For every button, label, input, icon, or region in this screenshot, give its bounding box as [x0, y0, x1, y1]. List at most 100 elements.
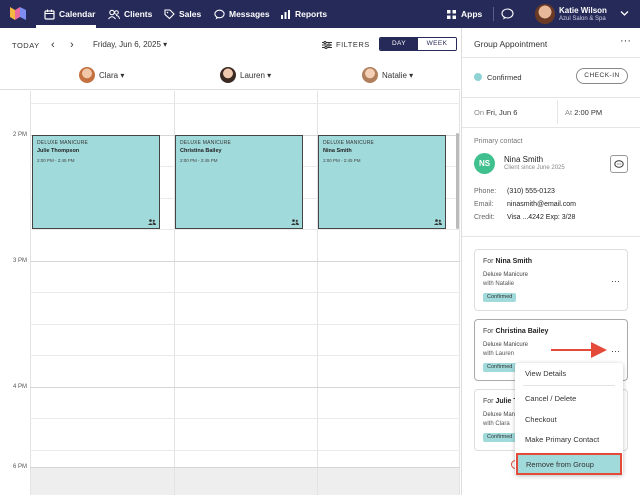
status-badge: Confirmed [483, 433, 517, 442]
nav-separator [493, 7, 494, 21]
hour-label: 6 PM [13, 464, 28, 470]
appointment-block-lauren[interactable]: DELUXE MANICURE Christina Bailey 2:00 PM… [175, 135, 303, 229]
guest-for: For Nina Smith [483, 258, 532, 265]
time-field[interactable]: At 2:00 PM [565, 108, 602, 117]
staff-selector-clara[interactable]: Clara ▾ [79, 67, 124, 83]
appointment-client: Christina Bailey [180, 148, 222, 154]
date-value: Fri, Jun 6 [486, 108, 518, 117]
grid-line [30, 418, 460, 419]
card-more-icon[interactable]: ··· [611, 276, 620, 286]
staff-avatar [220, 67, 236, 83]
grid-line [30, 229, 460, 230]
filters-button[interactable]: FILTERS [322, 40, 370, 49]
grid-line [30, 103, 460, 104]
credit-label: Credit: [474, 214, 495, 221]
menu-remove-from-group[interactable]: Remove from Group [516, 453, 622, 475]
calendar-scrollbar[interactable] [456, 133, 459, 229]
divider [462, 236, 640, 237]
nav-clients[interactable]: Clients [108, 0, 152, 28]
staff-selector-lauren[interactable]: Lauren ▾ [220, 67, 271, 83]
check-in-button[interactable]: CHECK-IN [576, 68, 628, 84]
client-since: Client since June 2025 [504, 165, 565, 171]
email-value[interactable]: ninasmith@email.com [507, 201, 576, 208]
menu-cancel-delete[interactable]: Cancel / Delete [525, 394, 576, 403]
hour-label: 2 PM [13, 132, 28, 138]
hour-label: 3 PM [13, 258, 28, 264]
for-prefix: For [483, 398, 494, 405]
nav-calendar[interactable]: Calendar [44, 0, 95, 28]
message-client-button[interactable] [610, 155, 628, 173]
client-name[interactable]: Nina Smith [504, 155, 543, 164]
app-logo[interactable] [10, 7, 26, 20]
group-icon [434, 219, 442, 225]
hour-label: 4 PM [13, 384, 28, 390]
client-avatar: NS [474, 153, 495, 174]
appointment-client: Nina Smith [323, 148, 352, 154]
appointment-service: DELUXE MANICURE [37, 140, 89, 146]
menu-make-primary-contact[interactable]: Make Primary Contact [525, 435, 599, 444]
calendar-grid[interactable]: 2 PM 3 PM 4 PM 6 PM DELUXE MANICURE Juli… [0, 91, 460, 495]
appointment-service: DELUXE MANICURE [323, 140, 375, 146]
menu-view-details[interactable]: View Details [525, 369, 566, 378]
view-toggle: DAY WEEK [379, 37, 457, 51]
view-day-button[interactable]: DAY [380, 38, 418, 50]
nav-sales[interactable]: Sales [164, 0, 201, 28]
nav-calendar-label: Calendar [59, 9, 96, 19]
divider [462, 57, 640, 58]
appointment-service: DELUXE MANICURE [180, 140, 232, 146]
divider [462, 127, 640, 128]
user-avatar[interactable] [535, 4, 555, 24]
nav-messages-label: Messages [229, 9, 270, 19]
staff-selector-natalie[interactable]: Natalie ▾ [362, 67, 413, 83]
credit-row: Credit: Visa ...4242 Exp: 3/28 [474, 214, 575, 221]
phone-value[interactable]: (310) 555-0123 [507, 188, 555, 195]
staff-avatar [79, 67, 95, 83]
grid-line [30, 355, 460, 356]
credit-value: Visa ...4242 Exp: 3/28 [507, 214, 576, 221]
staff-name: Natalie ▾ [382, 70, 414, 80]
guest-staff: with Clara [483, 421, 510, 427]
phone-label: Phone: [474, 188, 497, 195]
panel-more-icon[interactable]: ··· [620, 35, 631, 47]
chevron-down-icon[interactable] [620, 10, 629, 17]
today-button[interactable]: TODAY [12, 41, 40, 50]
nav-messages[interactable]: Messages [214, 0, 270, 28]
prev-day-icon[interactable]: ‹ [51, 39, 55, 51]
date-field[interactable]: On Fri, Jun 6 [474, 108, 517, 117]
user-name[interactable]: Katie Wilson [559, 6, 607, 15]
appointment-time: 2:00 PM - 2:45 PM [180, 158, 218, 163]
filters-label: FILTERS [336, 40, 370, 49]
next-day-icon[interactable]: › [70, 39, 74, 51]
panel-title: Group Appointment [474, 39, 548, 49]
for-prefix: For [483, 328, 494, 335]
column-divider [459, 91, 460, 495]
phone-row: Phone: (310) 555-0123 [474, 188, 555, 195]
appointment-block-clara[interactable]: DELUXE MANICURE Julie Thompson 2:00 PM -… [32, 135, 160, 229]
date-selector[interactable]: Friday, Jun 6, 2025 ▾ [93, 40, 167, 49]
divider [557, 100, 558, 124]
primary-contact-label: Primary contact [474, 138, 523, 145]
appointment-time: 2:00 PM - 2:45 PM [323, 158, 361, 163]
for-prefix: For [483, 258, 494, 265]
menu-checkout[interactable]: Checkout [525, 415, 557, 424]
appointment-block-natalie[interactable]: DELUXE MANICURE Nina Smith 2:00 PM - 2:4… [318, 135, 446, 229]
email-row: Email: ninasmith@email.com [474, 201, 576, 208]
card-more-icon[interactable]: ··· [611, 346, 620, 356]
annotation-arrow-icon [551, 342, 607, 358]
filter-sliders-icon [322, 40, 332, 49]
status-dot-icon [474, 73, 482, 81]
status-badge: Confirmed [483, 293, 517, 302]
nav-apps[interactable]: Apps [446, 0, 482, 28]
guest-card-nina[interactable]: For Nina Smith Deluxe Manicure with Nata… [474, 249, 628, 311]
grid-line [30, 292, 460, 293]
view-week-button[interactable]: WEEK [418, 38, 456, 50]
menu-remove-label: Remove from Group [526, 460, 594, 469]
nav-chat-button[interactable] [501, 0, 518, 28]
calendar-icon [44, 9, 55, 20]
nav-reports-label: Reports [295, 9, 328, 19]
chat-icon [614, 159, 624, 168]
nav-clients-label: Clients [124, 9, 153, 19]
guest-for: For Christina Bailey [483, 328, 548, 335]
nav-reports[interactable]: Reports [280, 0, 327, 28]
user-business: Azul Salon & Spa [559, 16, 606, 22]
